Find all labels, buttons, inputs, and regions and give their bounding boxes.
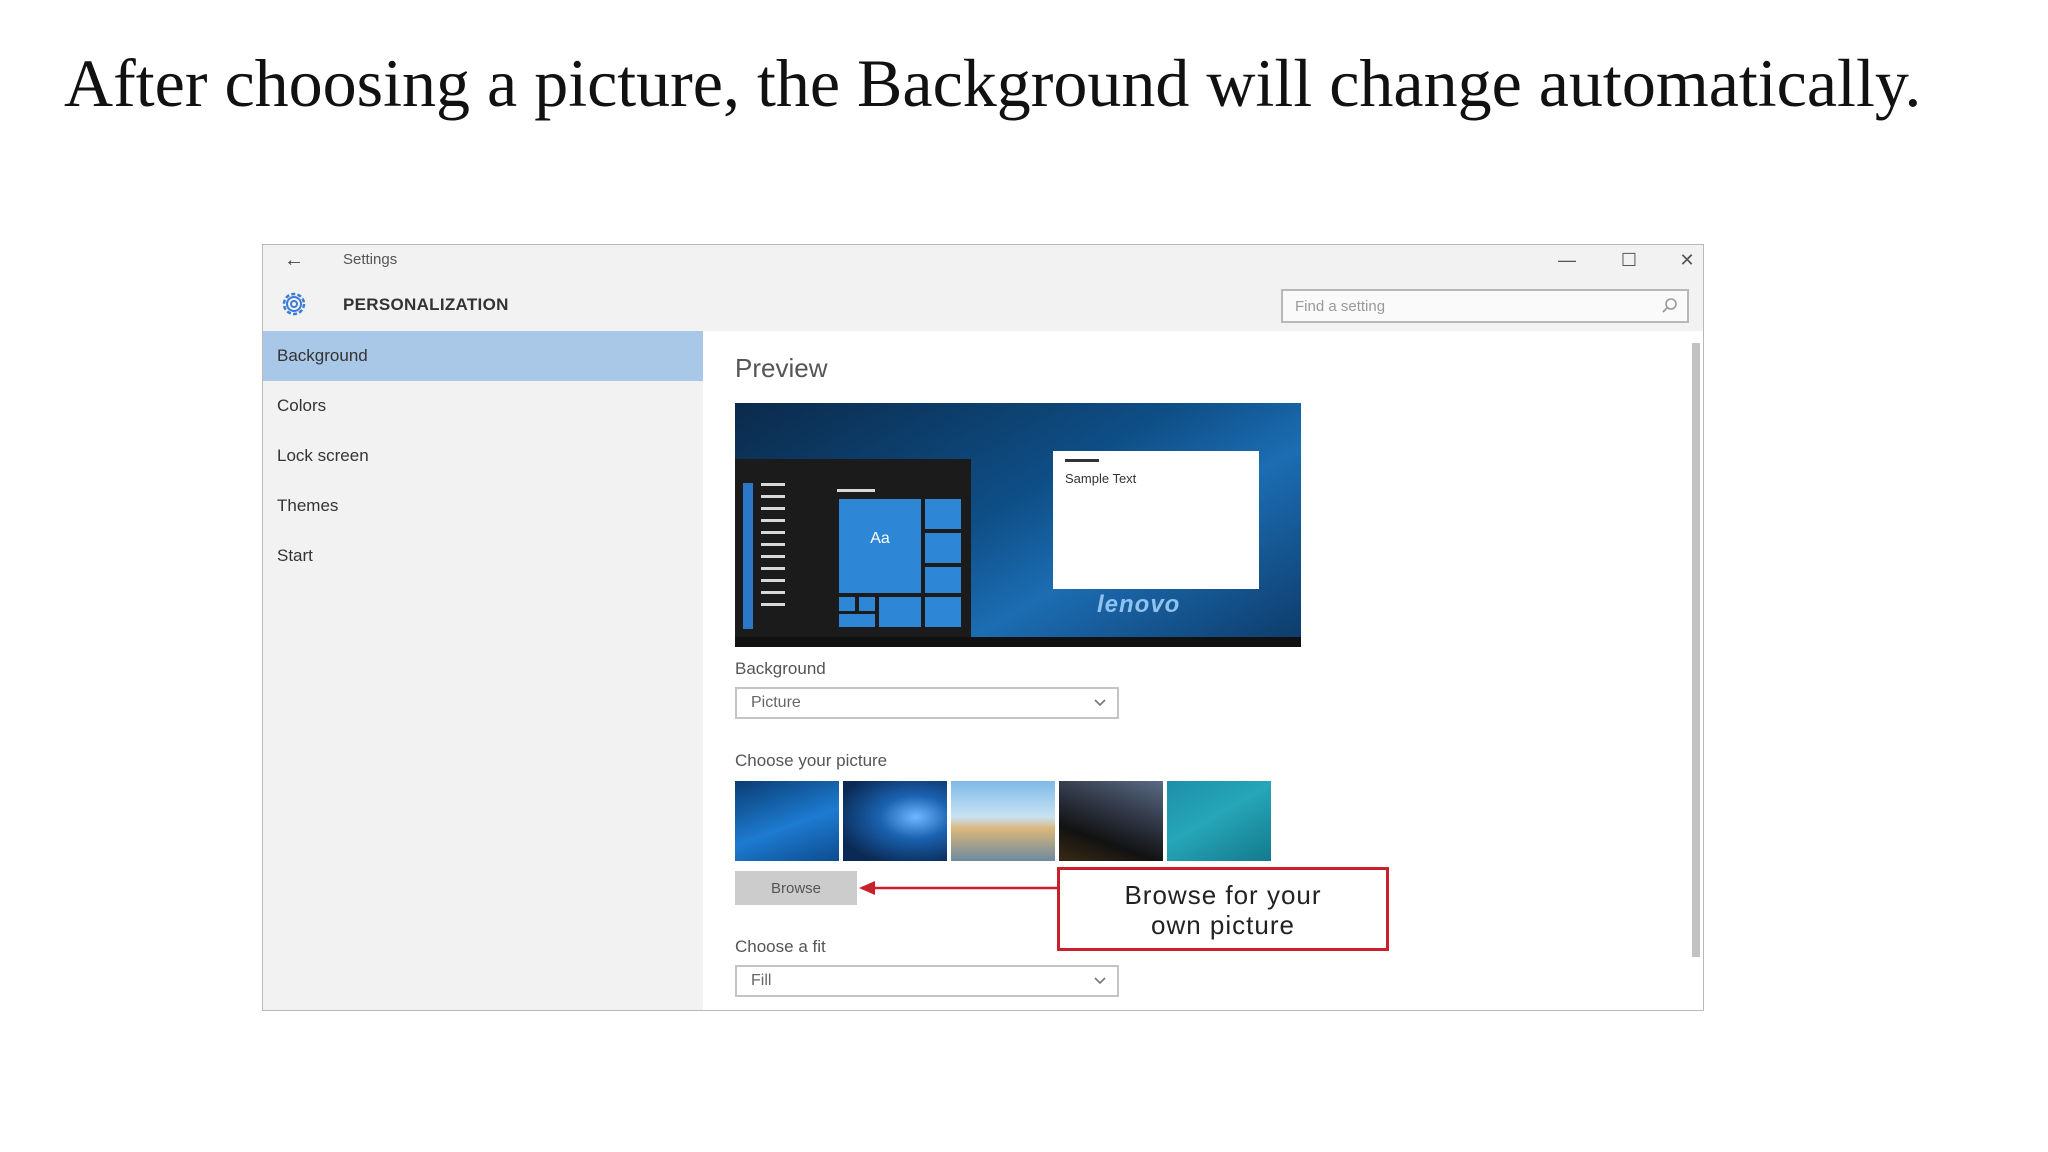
fit-dropdown[interactable]: Fill [735, 965, 1119, 997]
preview-sample-bar [1065, 459, 1099, 462]
preview-sample-window: Sample Text [1053, 451, 1259, 589]
preview-tile [839, 597, 855, 611]
preview-heading: Preview [735, 353, 828, 383]
preview-taskbar [735, 637, 1301, 647]
minimize-button[interactable]: — [1537, 245, 1597, 275]
preview-menu-line [761, 519, 785, 522]
preview-menu-line [761, 531, 785, 534]
preview-sample-text: Sample Text [1065, 471, 1137, 486]
preview-start-rail [743, 483, 753, 629]
preview-tile [925, 499, 961, 529]
preview-menu-line [761, 603, 785, 606]
preview-tile [925, 597, 961, 627]
preview-brand-logo: lenovo [1097, 591, 1181, 618]
close-button[interactable]: ✕ [1657, 245, 1703, 275]
chevron-down-icon [1093, 973, 1107, 987]
sidebar-item-lock-screen[interactable]: Lock screen [263, 431, 703, 481]
sidebar: Background Colors Lock screen Themes Sta… [263, 331, 703, 1010]
picture-thumbnail[interactable] [843, 781, 947, 861]
preview-menu-line [761, 591, 785, 594]
preview-tile: Aa [839, 499, 921, 593]
title-bar: ← Settings — ☐ ✕ [263, 245, 1703, 275]
preview-tile [925, 567, 961, 593]
sidebar-item-themes[interactable]: Themes [263, 481, 703, 531]
browse-button[interactable]: Browse [735, 871, 857, 905]
callout-line-2: own picture [1151, 910, 1295, 940]
sidebar-item-colors[interactable]: Colors [263, 381, 703, 431]
preview-menu-line [761, 567, 785, 570]
preview-start-menu: Aa [735, 459, 971, 637]
sidebar-item-background[interactable]: Background [263, 331, 703, 381]
preview-menu-line [761, 507, 785, 510]
window-title: Settings [343, 251, 398, 268]
preview-menu-line [761, 543, 785, 546]
fit-dropdown-value: Fill [751, 972, 772, 989]
preview-menu-line [761, 579, 785, 582]
desktop-preview: Aa Sample Text lenovo [735, 403, 1301, 647]
search-box[interactable] [1281, 289, 1689, 323]
annotation-callout: Browse for your own picture [1057, 867, 1389, 951]
picture-thumbnail[interactable] [735, 781, 839, 861]
scrollbar-thumb[interactable] [1692, 343, 1700, 957]
preview-tile [925, 533, 961, 563]
picture-thumbnail[interactable] [1167, 781, 1271, 861]
preview-tile [859, 597, 875, 611]
preview-tile [839, 614, 875, 627]
background-dropdown[interactable]: Picture [735, 687, 1119, 719]
chevron-down-icon [1093, 695, 1107, 709]
preview-menu-line [837, 489, 875, 492]
preview-menu-line [761, 555, 785, 558]
picture-thumbnails [735, 781, 1277, 861]
sidebar-item-start[interactable]: Start [263, 531, 703, 581]
maximize-button[interactable]: ☐ [1599, 245, 1659, 275]
settings-header: PERSONALIZATION [263, 275, 1703, 331]
content-pane: Preview Aa Sample Text lenovo Background… [703, 331, 1703, 1010]
content-scrollbar[interactable] [1689, 335, 1703, 1010]
choose-picture-label: Choose your picture [735, 751, 888, 770]
back-button[interactable]: ← [277, 247, 311, 273]
background-dropdown-value: Picture [751, 694, 801, 711]
choose-fit-label: Choose a fit [735, 937, 826, 956]
background-label: Background [735, 659, 826, 678]
preview-menu-line [761, 483, 785, 486]
picture-thumbnail[interactable] [1059, 781, 1163, 861]
search-input[interactable] [1283, 291, 1643, 321]
slide-caption: After choosing a picture, the Background… [64, 45, 1922, 121]
gear-icon [277, 287, 311, 321]
callout-arrow [859, 881, 1057, 895]
preview-tile [879, 597, 921, 627]
preview-menu-line [761, 495, 785, 498]
picture-thumbnail[interactable] [951, 781, 1055, 861]
page-title: PERSONALIZATION [343, 295, 509, 314]
callout-line-1: Browse for your [1124, 880, 1322, 910]
search-icon[interactable] [1661, 297, 1679, 315]
settings-window: ← Settings — ☐ ✕ PERSONALIZATION Backgro [262, 244, 1704, 1011]
